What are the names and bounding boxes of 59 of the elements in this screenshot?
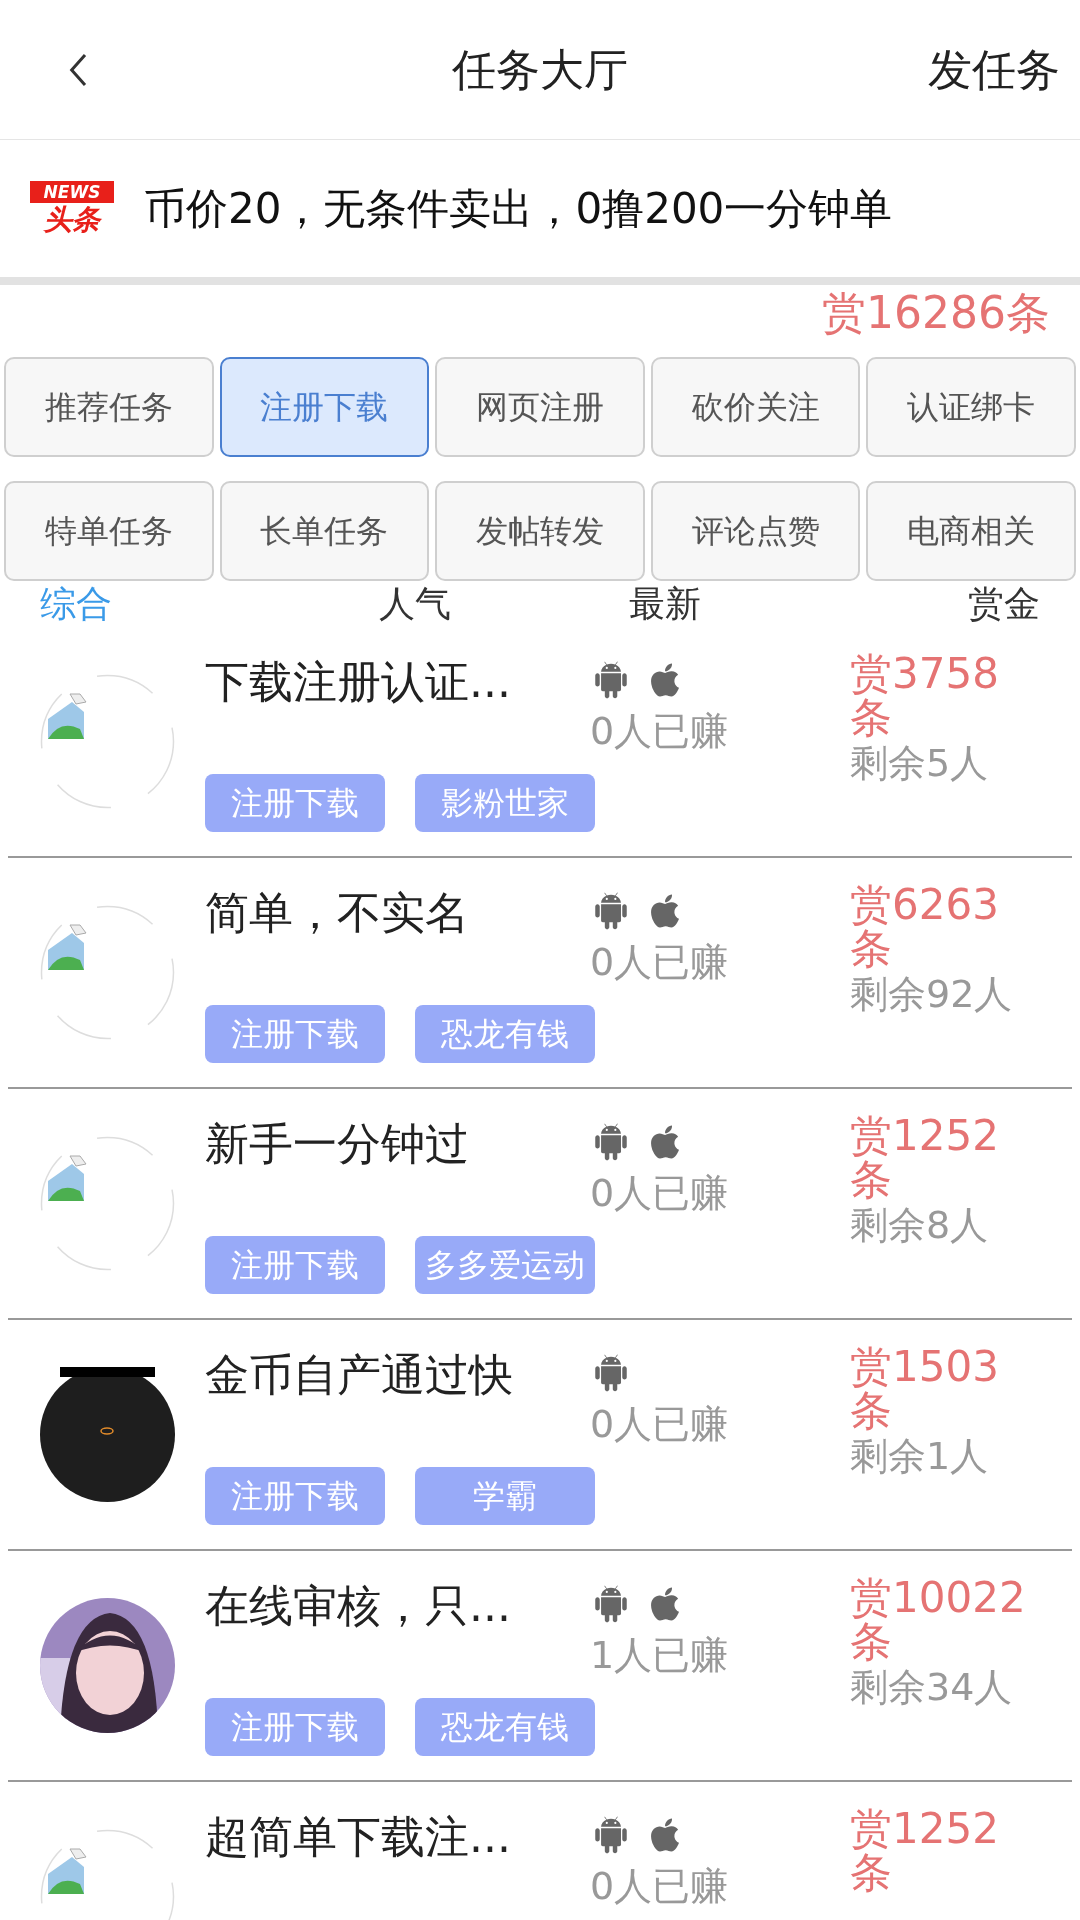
- category-tab[interactable]: 长单任务: [219, 481, 430, 581]
- task-reward: 赏1252条: [850, 1113, 1000, 1202]
- task-row[interactable]: 超简单下载注... 0人已赚 赏1252条: [8, 1782, 1072, 1920]
- broken-image-icon: [40, 1136, 175, 1271]
- earned-count: 0人已赚: [590, 1862, 730, 1909]
- task-row[interactable]: 金币自产通过快 注册下载 学霸 0人已赚 赏1503条 剩余1人: [8, 1320, 1072, 1551]
- task-title: 金币自产通过快: [205, 1347, 514, 1402]
- task-tag: 注册下载: [205, 1466, 385, 1525]
- remaining-count: 剩余34人: [850, 1663, 1014, 1710]
- task-reward: 赏6263条: [850, 882, 1000, 971]
- category-tab[interactable]: 认证绑卡: [866, 357, 1076, 457]
- earned-count: 0人已赚: [590, 1169, 730, 1216]
- category-tab[interactable]: 评论点赞: [650, 481, 861, 581]
- task-tag: 注册下载: [205, 773, 385, 832]
- sort-option[interactable]: 赏金: [968, 584, 1040, 624]
- page-title: 任务大厅: [452, 42, 628, 97]
- category-tab[interactable]: 电商相关: [866, 481, 1076, 581]
- task-reward: 赏10022条: [850, 1575, 1027, 1664]
- task-title: 在线审核，只...: [205, 1578, 512, 1633]
- task-tag: 恐龙有钱: [415, 1004, 595, 1063]
- task-row[interactable]: 简单，不实名 注册下载 恐龙有钱 0人已赚 赏6263条 剩余92人: [8, 858, 1072, 1089]
- category-tab[interactable]: 特单任务: [4, 481, 214, 581]
- earned-count: 1人已赚: [590, 1631, 730, 1678]
- task-row[interactable]: 在线审核，只... 注册下载 恐龙有钱 1人已赚 赏10022条 剩余34人: [8, 1551, 1072, 1782]
- earned-count: 0人已赚: [590, 938, 730, 985]
- post-task-button[interactable]: 发任务: [928, 36, 1060, 103]
- task-tag: 注册下载: [205, 1235, 385, 1294]
- category-tab[interactable]: 网页注册: [435, 357, 645, 457]
- task-tag: 学霸: [415, 1466, 595, 1525]
- category-tab[interactable]: 砍价关注: [650, 357, 861, 457]
- task-row[interactable]: 新手一分钟过 注册下载 多多爱运动 0人已赚 赏1252条 剩余8人: [8, 1089, 1072, 1320]
- task-reward: 赏1252条: [850, 1806, 1000, 1895]
- task-tag: 多多爱运动: [415, 1235, 595, 1294]
- news-headline[interactable]: 币价20，无条件卖出，0撸200一分钟单: [144, 177, 893, 240]
- earned-count: 0人已赚: [590, 1400, 730, 1447]
- task-title: 超简单下载注...: [205, 1809, 512, 1864]
- remaining-count: 剩余92人: [850, 970, 1014, 1017]
- remaining-count: 剩余5人: [850, 739, 990, 786]
- remaining-count: 剩余1人: [850, 1432, 990, 1479]
- remaining-count: 剩余8人: [850, 1201, 990, 1248]
- task-tag: 注册下载: [205, 1004, 385, 1063]
- broken-image-icon: [40, 674, 175, 809]
- sort-option[interactable]: 最新: [629, 584, 701, 624]
- task-reward: 赏1503条: [850, 1344, 1000, 1433]
- sort-option[interactable]: 人气: [379, 584, 451, 624]
- task-title: 新手一分钟过: [205, 1116, 470, 1171]
- task-title: 简单，不实名: [205, 885, 470, 940]
- task-tag: 注册下载: [205, 1697, 385, 1756]
- broken-image-icon: [40, 905, 175, 1040]
- earned-count: 0人已赚: [590, 707, 730, 754]
- task-row[interactable]: 下载注册认证... 注册下载 影粉世家 0人已赚 赏3758条 剩余5人: [8, 627, 1072, 858]
- total-reward: 赏16286条: [822, 286, 1050, 340]
- task-tag: 影粉世家: [415, 773, 595, 832]
- task-tag: 恐龙有钱: [415, 1697, 595, 1756]
- task-title: 下载注册认证...: [205, 654, 512, 709]
- task-reward: 赏3758条: [850, 651, 1000, 740]
- category-tab[interactable]: 发帖转发: [435, 481, 645, 581]
- category-tab[interactable]: 推荐任务: [4, 357, 214, 457]
- news-logo: NEWS 头条: [30, 180, 114, 237]
